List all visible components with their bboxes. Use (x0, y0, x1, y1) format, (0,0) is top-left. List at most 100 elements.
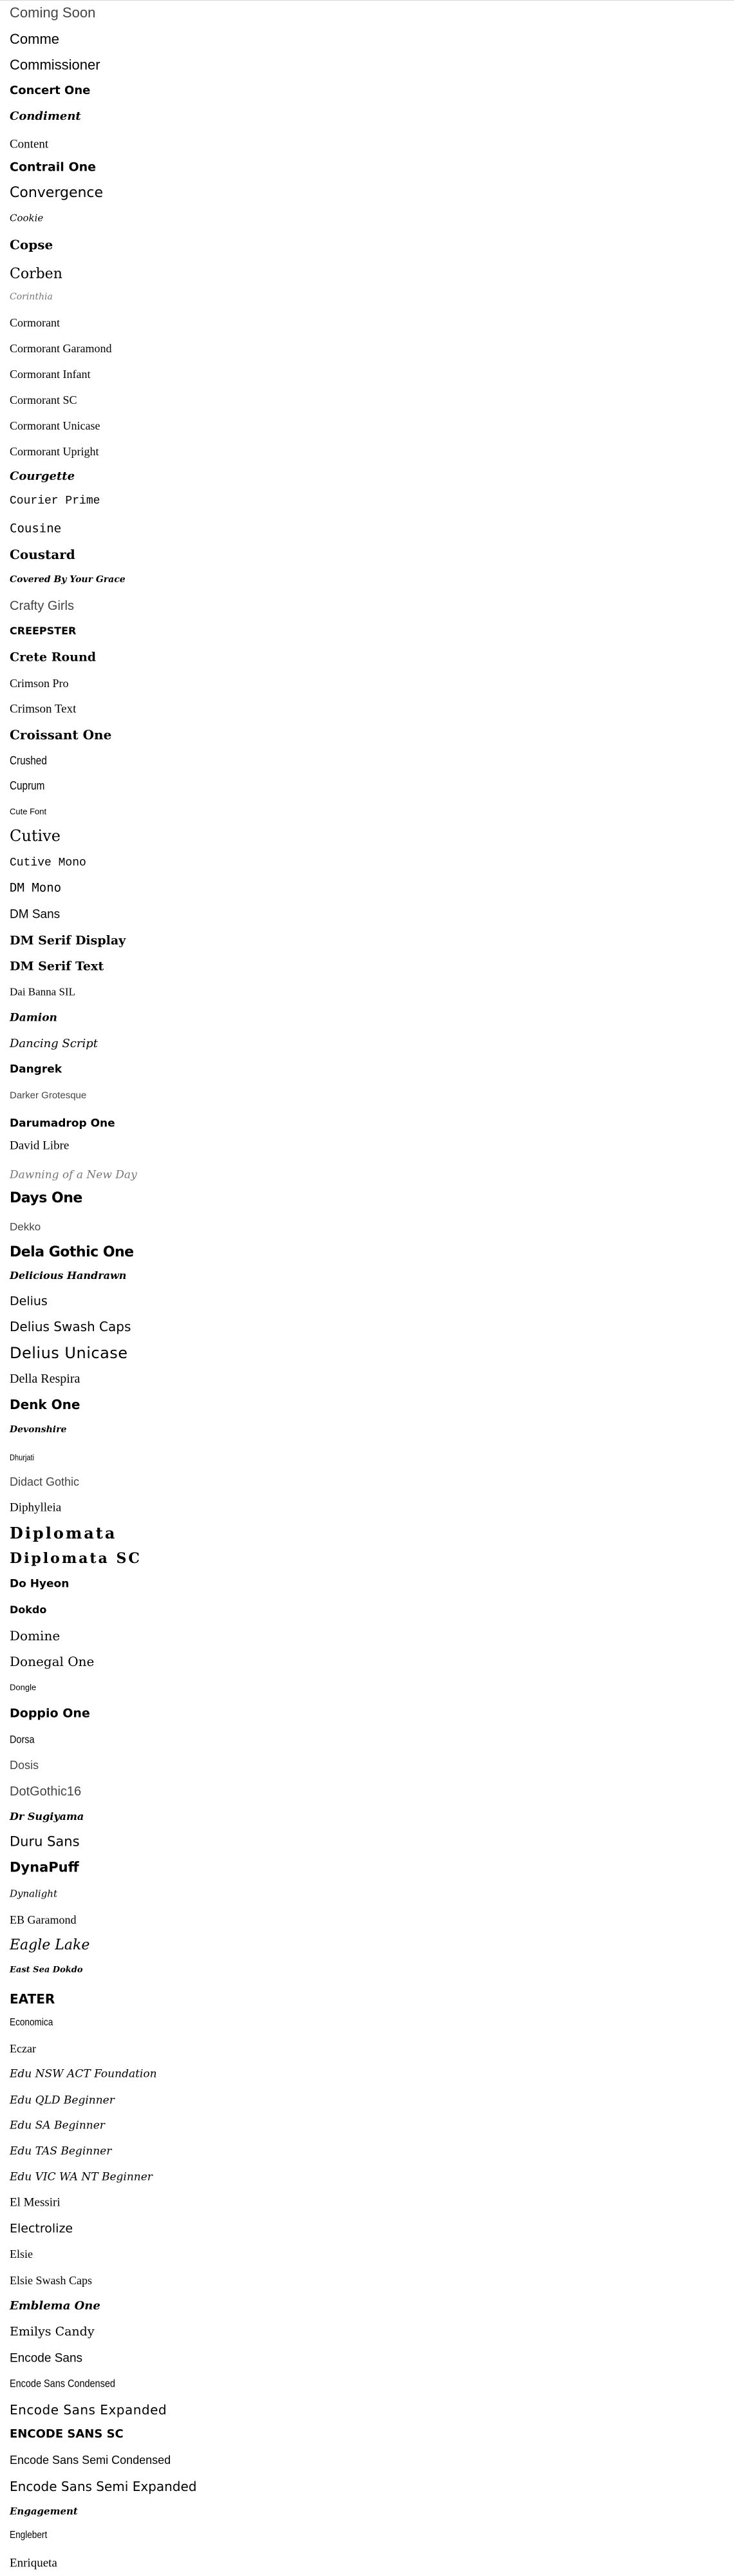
font-name-item: DynaPuff (10, 1859, 79, 1875)
font-name-item: Dokdo (10, 1604, 47, 1616)
font-name-item: El Messiri (10, 2195, 61, 2210)
font-name-item: Courier Prime (10, 495, 100, 507)
font-name-item: Content (10, 137, 49, 151)
font-name-item: DM Mono (10, 880, 62, 895)
font-name-item: Electrolize (10, 2221, 73, 2236)
font-name-item: Enriqueta (10, 2556, 57, 2570)
font-name-item: East Sea Dokdo (10, 1965, 83, 1975)
font-name-item: Didact Gothic (10, 1475, 80, 1488)
font-name-item: Economica (10, 2017, 53, 2028)
font-name-item: Eater (10, 1991, 55, 2007)
font-name-item: Dhurjati (10, 1452, 35, 1463)
font-name-item: Doppio One (10, 1706, 90, 1721)
font-name-item: Dekko (10, 1220, 41, 1233)
font-name-item: Coming Soon (10, 5, 96, 21)
font-name-item: Concert One (10, 84, 91, 97)
font-name-item: Domine (10, 1628, 61, 1643)
font-name-item: DotGothic16 (10, 1785, 82, 1799)
font-name-item: Diplomata SC (10, 1550, 142, 1567)
font-name-item: Delius Unicase (10, 1344, 128, 1362)
font-name-item: Days One (10, 1190, 82, 1206)
font-name-item: Elsie (10, 2248, 33, 2260)
font-name-item: Encode Sans Semi Expanded (10, 2479, 197, 2494)
font-name-item: Cormorant (10, 316, 60, 329)
font-name-item: David Libre (10, 1139, 70, 1153)
font-name-item: Edu NSW ACT Foundation (10, 2067, 157, 2081)
font-name-item: Encode Sans Condensed (10, 2377, 115, 2390)
font-name-item: Donegal One (10, 1654, 95, 1669)
font-name-item: Elsie Swash Caps (10, 2274, 92, 2287)
font-name-item: Commissioner (10, 57, 100, 73)
font-name-item: Corinthia (10, 292, 53, 302)
font-name-item: Courgette (10, 469, 75, 483)
font-name-item: Cute Font (10, 806, 47, 817)
font-name-item: Devonshire (10, 1425, 67, 1435)
font-name-item: Contrail One (10, 160, 97, 175)
font-name-item: Duru Sans (10, 1833, 80, 1850)
font-name-item: DM Sans (10, 907, 61, 922)
font-name-item: Cutive (10, 827, 61, 845)
font-name-item: Cousine (10, 521, 62, 536)
font-name-item: Dr Sugiyama (10, 1810, 84, 1823)
font-name-item: Encode Sans (10, 2351, 83, 2365)
font-name-item: Damion (10, 1011, 57, 1025)
font-name-item: Edu VIC WA NT Beginner (10, 2170, 153, 2184)
font-name-item: Comme (10, 31, 60, 47)
font-name-item: Crafty Girls (10, 599, 74, 613)
font-name-item: Copse (10, 237, 53, 252)
font-name-item: Cormorant Unicase (10, 419, 100, 432)
font-name-item: Eczar (10, 2042, 36, 2055)
font-name-item: Creepster (10, 625, 77, 637)
font-name-item: Edu TAS Beginner (10, 2145, 112, 2158)
font-name-item: DM Serif Display (10, 933, 126, 948)
font-name-item: Dancing Script (10, 1037, 98, 1050)
font-name-item: Cormorant Infant (10, 368, 91, 381)
font-name-item: Encode Sans Semi Condensed (10, 2454, 171, 2467)
font-name-item: Dai Banna SIL (10, 985, 75, 998)
font-specimen-list: Coming Soon Comme Commissioner Concert One C… (0, 0, 734, 2576)
font-name-item: Crimson Text (10, 702, 77, 716)
font-name-item: Covered By Your Grace (10, 574, 126, 585)
font-name-item: Diplomata (10, 1524, 117, 1542)
font-name-item: Dorsa (10, 1733, 35, 1746)
font-name-item: Crushed (10, 754, 47, 767)
font-name-item: Denk One (10, 1397, 80, 1412)
font-name-item: Corben (10, 266, 62, 282)
font-name-item: Emilys Candy (10, 2324, 95, 2339)
font-name-item: Cormorant Upright (10, 445, 99, 458)
font-name-item: Della Respira (10, 1372, 80, 1386)
font-name-item: Dynalight (10, 1888, 57, 1900)
font-name-item: Convergence (10, 185, 104, 201)
font-name-item: Englebert (10, 2530, 48, 2541)
font-name-item: Encode Sans SC (10, 2427, 124, 2441)
font-name-item: Dosis (10, 1759, 39, 1772)
font-name-item: Eagle Lake (10, 1937, 90, 1953)
font-name-item: Dongle (10, 1682, 37, 1692)
font-name-item: Darumadrop One (10, 1117, 115, 1130)
font-name-item: Edu QLD Beginner (10, 2094, 115, 2107)
font-name-item: Cutive Mono (10, 857, 86, 869)
font-name-item: Cuprum (10, 779, 45, 792)
font-name-item: Crimson Pro (10, 677, 69, 690)
font-name-item: Encode Sans Expanded (10, 2402, 167, 2418)
font-name-item: EB Garamond (10, 1913, 77, 1926)
font-name-item: Dawning of a New Day (10, 1168, 137, 1182)
font-name-item: Cormorant SC (10, 393, 77, 406)
font-name-item: Dela Gothic One (10, 1244, 134, 1260)
font-name-item: Delius (10, 1294, 48, 1309)
font-name-item: Coustard (10, 547, 75, 562)
font-name-item: Engagement (10, 2505, 78, 2517)
font-name-item: Edu SA Beginner (10, 2119, 105, 2132)
font-name-item: Condiment (10, 109, 81, 123)
font-name-item: Dangrek (10, 1063, 62, 1076)
font-name-item: Do Hyeon (10, 1577, 70, 1591)
font-name-item: Darker Grotesque (10, 1090, 87, 1101)
font-name-item: Croissant One (10, 727, 112, 743)
font-name-item: Cormorant Garamond (10, 342, 112, 355)
font-name-item: Crete Round (10, 650, 97, 665)
font-name-item: Diphylleia (10, 1501, 62, 1515)
font-name-item: Cookie (10, 212, 44, 224)
font-name-item: DM Serif Text (10, 959, 104, 974)
font-name-item: Delicious Handrawn (10, 1269, 127, 1282)
font-name-item: Emblema One (10, 2299, 100, 2313)
